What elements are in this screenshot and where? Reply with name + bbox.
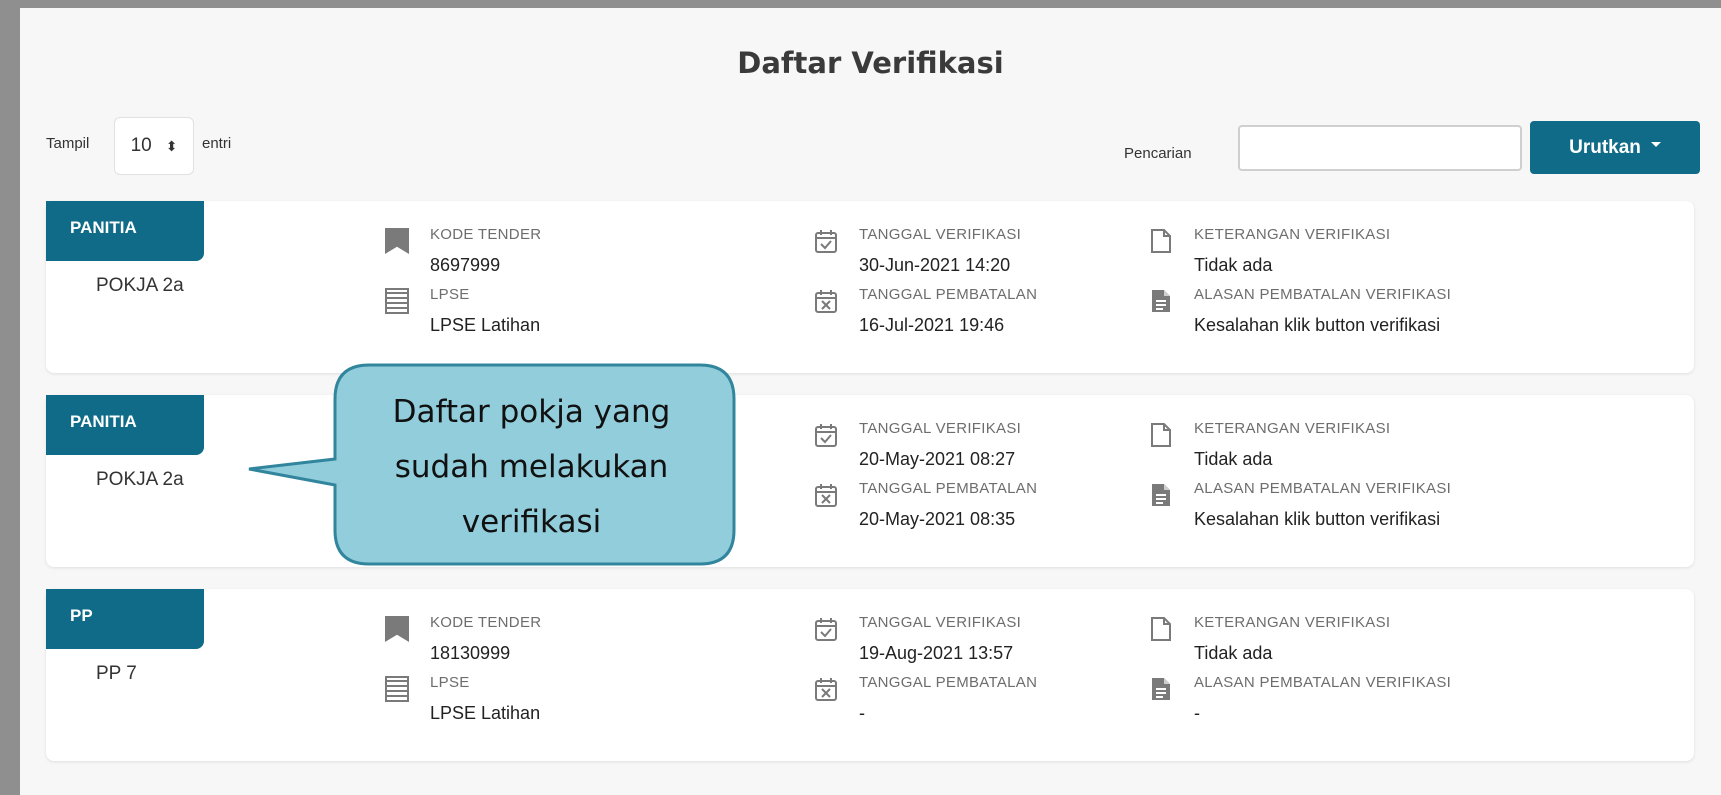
callout-text: Daftar pokja yang sudah melakukan verifi… xyxy=(392,394,671,540)
building-icon xyxy=(385,676,409,702)
field-label: ALASAN PEMBATALAN VERIFIKASI xyxy=(1194,674,1452,691)
field-value: 8697999 xyxy=(430,255,501,275)
callout-annotation: Daftar pokja yang sudah melakukan verifi… xyxy=(247,363,736,566)
bookmark-icon xyxy=(385,228,409,254)
search-input[interactable] xyxy=(1238,125,1522,171)
document-filled-icon xyxy=(1152,678,1170,700)
entries-select[interactable]: 10 ⬍ xyxy=(114,117,194,175)
field-label: KETERANGAN VERIFIKASI xyxy=(1194,226,1391,243)
document-filled-icon xyxy=(1152,484,1170,506)
field-value: Kesalahan klik button verifikasi xyxy=(1194,315,1441,335)
field-label: TANGGAL VERIFIKASI xyxy=(859,420,1022,437)
document-filled-icon xyxy=(1152,290,1170,312)
calendar-check-icon xyxy=(815,424,837,447)
field-value: - xyxy=(1194,703,1200,723)
document-outline-icon xyxy=(1151,617,1171,641)
show-entries-label: Tampil xyxy=(46,135,90,152)
field-label: KETERANGAN VERIFIKASI xyxy=(1194,420,1391,437)
field-label: TANGGAL PEMBATALAN xyxy=(859,480,1038,497)
field-label: KODE TENDER xyxy=(430,226,542,243)
field-label: KODE TENDER xyxy=(430,614,542,631)
field-label: TANGGAL VERIFIKASI xyxy=(859,226,1022,243)
role-tag: PANITIA xyxy=(46,201,204,261)
main-panel: Daftar Verifikasi Tampil 10 ⬍ entri Penc… xyxy=(20,8,1721,795)
search-label: Pencarian xyxy=(1124,145,1192,162)
group-name: PP 7 xyxy=(96,663,137,684)
field-value: LPSE Latihan xyxy=(430,703,541,723)
field-value: Tidak ada xyxy=(1194,449,1273,469)
sort-button-label: Urutkan xyxy=(1569,136,1641,158)
building-icon xyxy=(385,288,409,314)
calendar-x-icon xyxy=(815,678,837,701)
entries-suffix-label: entri xyxy=(202,135,232,152)
field-value: Kesalahan klik button verifikasi xyxy=(1194,509,1441,529)
group-name: POKJA 2a xyxy=(96,469,184,490)
field-label: KETERANGAN VERIFIKASI xyxy=(1194,614,1391,631)
field-label: TANGGAL PEMBATALAN xyxy=(859,674,1038,691)
group-name: POKJA 2a xyxy=(96,275,184,296)
field-label: LPSE xyxy=(430,674,470,691)
document-outline-icon xyxy=(1151,229,1171,253)
field-label: LPSE xyxy=(430,286,470,303)
field-value: 20-May-2021 08:35 xyxy=(859,509,1016,529)
field-value: 19-Aug-2021 13:57 xyxy=(859,643,1014,663)
field-label: ALASAN PEMBATALAN VERIFIKASI xyxy=(1194,480,1452,497)
field-label: TANGGAL VERIFIKASI xyxy=(859,614,1022,631)
caret-down-icon xyxy=(1650,142,1661,147)
field-value: 18130999 xyxy=(430,643,511,663)
sort-dropdown-button[interactable]: Urutkan xyxy=(1530,121,1700,174)
calendar-x-icon xyxy=(815,290,837,313)
field-value: Tidak ada xyxy=(1194,643,1273,663)
field-label: TANGGAL PEMBATALAN xyxy=(859,286,1038,303)
verification-card[interactable]: PANITIA POKJA 2a KODE TENDER 8697999 LPS… xyxy=(46,201,1694,373)
up-down-arrow-icon: ⬍ xyxy=(165,138,178,154)
role-tag: PANITIA xyxy=(46,395,204,455)
field-value: - xyxy=(859,703,865,723)
field-value: Tidak ada xyxy=(1194,255,1273,275)
field-label: ALASAN PEMBATALAN VERIFIKASI xyxy=(1194,286,1452,303)
field-value: LPSE Latihan xyxy=(430,315,541,335)
role-tag: PP xyxy=(46,589,204,649)
field-value: 30-Jun-2021 14:20 xyxy=(859,255,1011,275)
calendar-check-icon xyxy=(815,618,837,641)
field-value: 20-May-2021 08:27 xyxy=(859,449,1016,469)
page-title: Daftar Verifikasi xyxy=(737,46,1004,80)
field-value: 16-Jul-2021 19:46 xyxy=(859,315,1005,335)
verification-card[interactable]: PP PP 7 KODE TENDER 18130999 LPSE LPSE L… xyxy=(46,589,1694,761)
document-outline-icon xyxy=(1151,423,1171,447)
calendar-check-icon xyxy=(815,230,837,253)
calendar-x-icon xyxy=(815,484,837,507)
bookmark-icon xyxy=(385,616,409,642)
entries-value: 10 xyxy=(130,135,152,156)
